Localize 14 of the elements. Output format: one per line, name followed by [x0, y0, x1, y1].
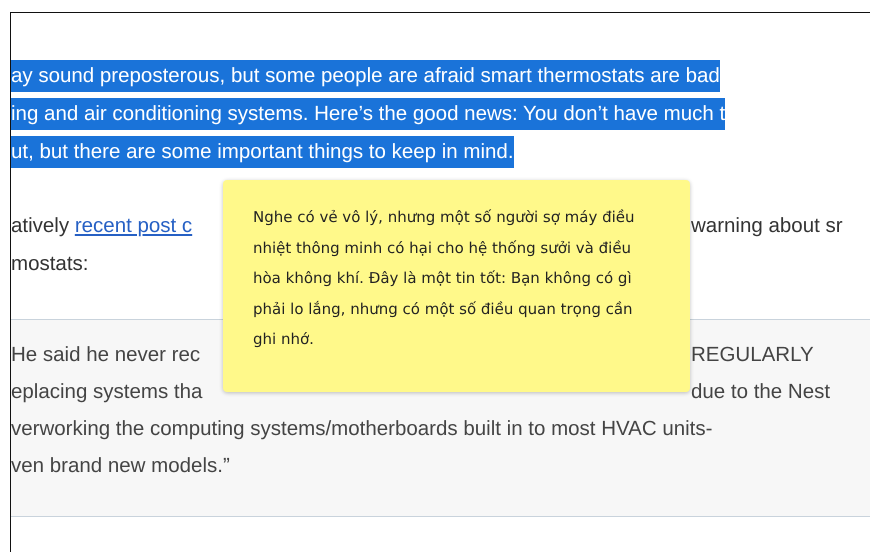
quote-text: verworking the computing systems/motherboards built in to most HVAC units-	[11, 416, 712, 440]
quote-text: REGULARLY	[691, 342, 814, 366]
quote-text: eplacing systems tha	[11, 380, 202, 404]
paragraph-text: warning about sr	[691, 214, 843, 238]
quote-text: due to the Nest	[691, 380, 830, 404]
highlighted-text: ay sound preposterous, but some people are afraid smart thermostats are bad	[11, 60, 720, 92]
post-link[interactable]: recent post c	[74, 214, 192, 238]
paragraph-text: mostats:	[11, 252, 88, 276]
quote-text: He said he never rec	[11, 342, 200, 366]
paragraph-text: atively	[11, 214, 70, 238]
highlighted-text: ut, but there are some important things to keep in mind.	[11, 136, 514, 168]
quote-text: ven brand new models.”	[11, 454, 230, 478]
highlighted-text: ing and air conditioning systems. Here’s the good news: You don’t have much t	[11, 98, 726, 130]
translation-text: Nghe có vẻ vô lý, nhưng một số người sợ máy điều nhiệt thông minh có hại cho hệ thống sưởi và điều hòa không khí. Đây là một tin tốt: Bạn không có gì phải lo lắng, nhưng có một số điều quan trọng cần ghi nhớ.	[253, 208, 635, 348]
